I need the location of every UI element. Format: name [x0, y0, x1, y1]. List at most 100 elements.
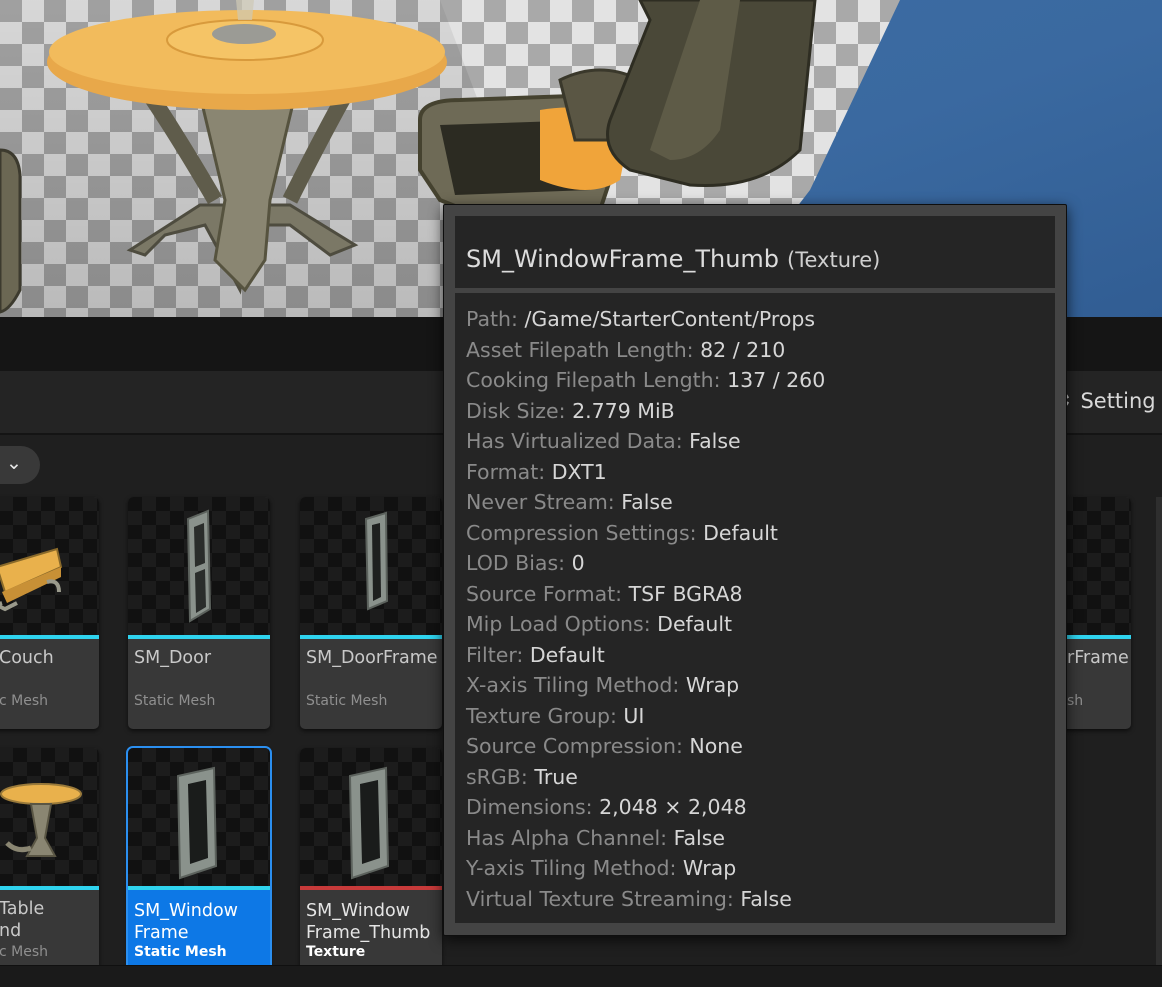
- tooltip-row: Has Alpha Channel: False: [466, 823, 825, 854]
- tooltip-row: Compression Settings: Default: [466, 518, 825, 549]
- tooltip-row-key: LOD Bias:: [466, 551, 566, 575]
- tooltip-row-value: None: [689, 734, 743, 758]
- tooltip-row-key: Filter:: [466, 642, 524, 667]
- tooltip-title: SM_WindowFrame_Thumb (Texture): [466, 245, 880, 273]
- settings-button[interactable]: ✱ Setting: [1052, 384, 1156, 418]
- tooltip-row-key: X-axis Tiling Method:: [466, 673, 680, 697]
- tooltip-row: Y-axis Tiling Method: Wrap: [466, 853, 825, 884]
- tooltip-row-key: Format:: [466, 459, 546, 484]
- tooltip-row-key: Texture Group:: [466, 703, 617, 728]
- asset-tile-sm-doorframe[interactable]: SM_DoorFrame Static Mesh: [300, 497, 442, 729]
- tooltip-row-key: Path:: [466, 307, 518, 331]
- asset-name: rFrame: [1067, 648, 1129, 668]
- tooltip-row-key: Disk Size:: [466, 398, 566, 423]
- settings-label: Setting: [1080, 389, 1156, 413]
- tooltip-row-value: /Game/StarterContent/Props: [524, 307, 816, 331]
- asset-tile-sm-windowframe-thumb[interactable]: SM_Window Frame_Thumb Texture: [300, 748, 442, 980]
- tooltip-row-value: DXT1: [551, 459, 607, 484]
- tooltip-row: Filter: Default: [466, 640, 825, 671]
- tooltip-row-value: 82 / 210: [700, 337, 786, 362]
- tooltip-row-key: Source Format:: [466, 581, 623, 606]
- asset-tooltip: SM_WindowFrame_Thumb (Texture) Path: /Gam…: [443, 204, 1067, 936]
- tooltip-row-value: Default: [657, 612, 733, 636]
- asset-tile-sm-door[interactable]: SM_Door Static Mesh: [128, 497, 270, 729]
- tooltip-row: Dimensions: 2,048 × 2,048: [466, 792, 825, 823]
- tooltip-row-key: Cooking Filepath Length:: [466, 368, 721, 392]
- tooltip-row-key: Mip Load Options:: [466, 612, 651, 636]
- asset-name: SM_DoorFrame: [306, 648, 438, 668]
- asset-tile-table-round[interactable]: Table nd c Mesh: [0, 748, 99, 980]
- tooltip-row: sRGB: True: [466, 762, 825, 793]
- tooltip-row: Format: DXT1: [466, 457, 825, 488]
- asset-name: SM_Window Frame_Thumb: [306, 901, 431, 943]
- doorframe-icon: [364, 511, 389, 611]
- tooltip-row-value: 2,048 × 2,048: [599, 795, 747, 819]
- chevron-down-icon: ⌄: [6, 452, 22, 474]
- asset-type: Texture: [306, 944, 366, 960]
- texture-thumbnail-icon: [348, 766, 390, 880]
- tooltip-row-value: 2.779 MiB: [572, 398, 675, 423]
- tooltip-row: Source Format: TSF BGRA8: [466, 579, 825, 610]
- asset-tile-sm-windowframe[interactable]: SM_Window Frame Static Mesh: [126, 746, 272, 982]
- asset-name: SM_Door: [134, 648, 212, 668]
- tooltip-row-value: 0: [571, 551, 585, 575]
- tooltip-row: Never Stream: False: [466, 487, 825, 518]
- asset-type: Static Mesh: [306, 693, 388, 709]
- tooltip-row-value: False: [673, 825, 726, 850]
- tooltip-row-value: TSF BGRA8: [628, 581, 743, 606]
- tooltip-row-key: Asset Filepath Length:: [466, 337, 694, 362]
- tooltip-row: Path: /Game/StarterContent/Props: [466, 304, 825, 335]
- tooltip-property-list: Path: /Game/StarterContent/Props Asset Fi…: [466, 304, 825, 914]
- tooltip-row-value: 137 / 260: [727, 368, 826, 392]
- tooltip-row-value: Wrap: [685, 673, 740, 697]
- tooltip-row: Disk Size: 2.779 MiB: [466, 396, 825, 427]
- tooltip-row-value: Default: [703, 520, 778, 545]
- asset-type-stripe: [0, 886, 99, 890]
- asset-type-stripe: [0, 635, 99, 639]
- asset-name: Couch: [0, 648, 54, 668]
- asset-type-stripe: [300, 886, 442, 890]
- filter-dropdown[interactable]: ⌄: [0, 446, 40, 484]
- tooltip-row: Texture Group: UI: [466, 701, 825, 732]
- tooltip-row-key: Compression Settings:: [466, 520, 697, 545]
- asset-type: Static Mesh: [134, 944, 227, 960]
- tooltip-row-value: False: [740, 886, 792, 911]
- table-icon: [0, 783, 82, 857]
- status-bar: [0, 965, 1162, 987]
- tooltip-row-value: Default: [529, 642, 605, 667]
- tooltip-row: Mip Load Options: Default: [466, 609, 825, 640]
- tooltip-row-value: False: [621, 490, 673, 514]
- tooltip-row: Source Compression: None: [466, 731, 825, 762]
- tooltip-asset-kind: (Texture): [787, 248, 881, 272]
- tooltip-header: SM_WindowFrame_Thumb (Texture): [455, 216, 1055, 288]
- scrollbar[interactable]: [1156, 497, 1162, 967]
- tooltip-row: X-axis Tiling Method: Wrap: [466, 670, 825, 701]
- tooltip-row-key: Y-axis Tiling Method:: [466, 856, 677, 880]
- tooltip-row: Cooking Filepath Length: 137 / 260: [466, 365, 825, 396]
- tooltip-row: Has Virtualized Data: False: [466, 426, 825, 457]
- asset-tile-couch[interactable]: Couch c Mesh: [0, 497, 99, 729]
- asset-type-stripe: [128, 635, 270, 639]
- asset-type-stripe: [128, 886, 270, 890]
- couch-icon: [0, 547, 63, 612]
- asset-type: c Mesh: [0, 944, 49, 960]
- tooltip-asset-name: SM_WindowFrame_Thumb: [466, 245, 780, 273]
- tooltip-row-value: True: [534, 764, 578, 789]
- tooltip-row-key: Has Alpha Channel:: [466, 825, 668, 850]
- tooltip-row: Virtual Texture Streaming: False: [466, 884, 825, 915]
- tooltip-row-key: sRGB:: [466, 764, 528, 789]
- tooltip-row-key: Dimensions:: [466, 795, 593, 819]
- tooltip-row-key: Has Virtualized Data:: [466, 429, 683, 453]
- asset-name: Table nd: [0, 899, 45, 941]
- tooltip-row-value: UI: [623, 703, 645, 728]
- tooltip-row: LOD Bias: 0: [466, 548, 825, 579]
- tooltip-row-key: Source Compression:: [466, 734, 683, 758]
- asset-type: Static Mesh: [134, 693, 216, 709]
- tooltip-row-value: Wrap: [682, 856, 737, 880]
- tooltip-row-key: Never Stream:: [466, 490, 615, 514]
- asset-type: sh: [1067, 693, 1084, 709]
- windowframe-icon: [176, 766, 218, 880]
- asset-type: c Mesh: [0, 693, 49, 709]
- tooltip-body: Path: /Game/StarterContent/Props Asset Fi…: [455, 293, 1055, 923]
- asset-type-stripe: [300, 635, 442, 639]
